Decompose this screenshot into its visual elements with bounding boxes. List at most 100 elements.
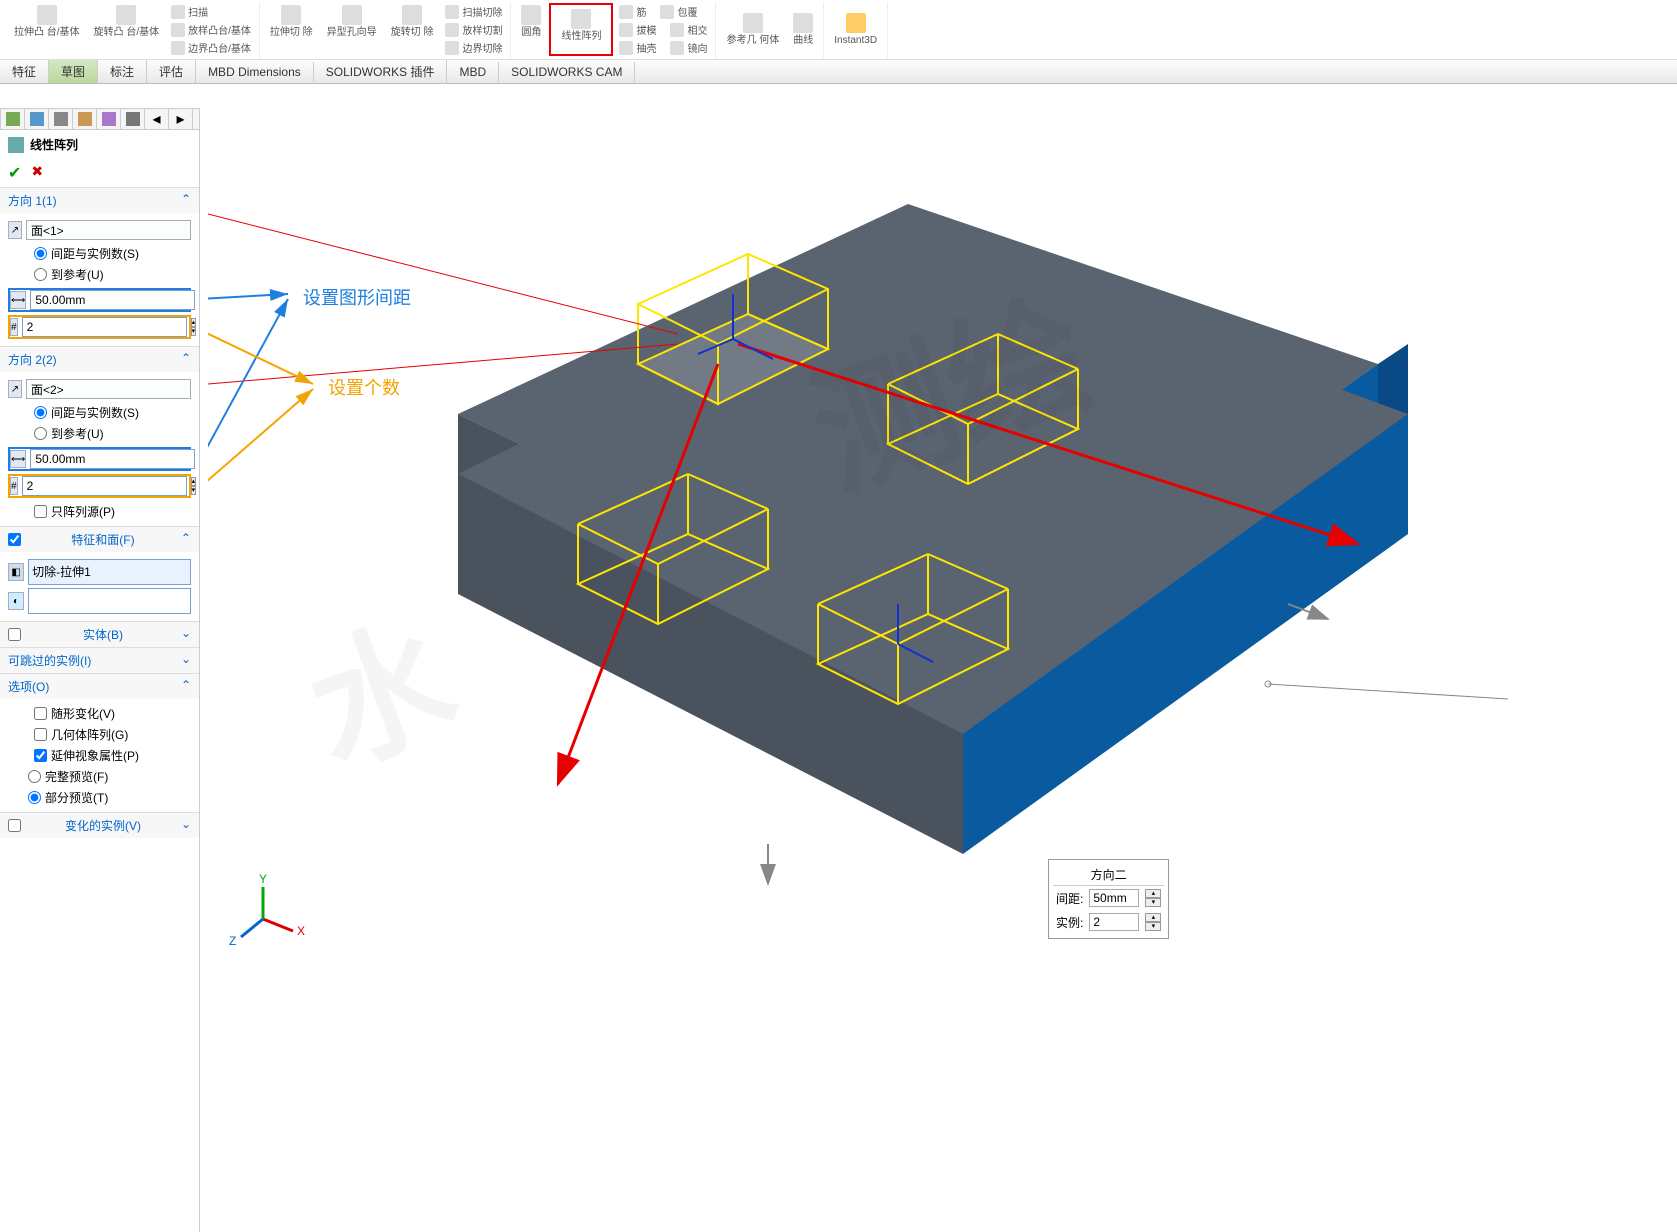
graphics-viewport[interactable]: X Y Z 测绘 水 设置图形间距 设置个数 方向二 间距: ▴▾ 实例: ▴▾ <box>208 84 1677 1232</box>
d2-spacing-spinner[interactable]: ▴▾ <box>199 450 200 468</box>
feature-icon: ◧ <box>8 563 24 581</box>
pattern-seed-only-check[interactable] <box>34 505 47 518</box>
collapse-icon: ⌃ <box>181 192 191 209</box>
bodies-header[interactable]: 实体(B)⌄ <box>0 622 199 647</box>
tab-mbd[interactable]: MBD <box>447 62 499 82</box>
spacing-icon: ⟷ <box>10 291 26 309</box>
full-preview-radio[interactable] <box>28 770 41 783</box>
options-header[interactable]: 选项(O)⌃ <box>0 674 199 699</box>
callout-spacing-input[interactable] <box>1089 889 1139 907</box>
next-tab[interactable]: ▸ <box>169 109 193 129</box>
collapse-icon: ⌃ <box>181 351 191 368</box>
spacing-instances-radio[interactable] <box>34 247 47 260</box>
loft-boss-button[interactable]: 放样凸台/基体 <box>167 21 255 38</box>
faces-list[interactable] <box>28 588 191 614</box>
extrude-cut-button[interactable]: 拉伸切 除 <box>264 3 319 56</box>
d2-count-input[interactable] <box>22 476 187 496</box>
wrap-button[interactable]: 包覆 <box>656 3 701 20</box>
callout-spacing-label: 间距: <box>1056 890 1083 907</box>
spacing-icon: ⟷ <box>10 450 26 468</box>
direction2-ref-input[interactable] <box>26 379 191 399</box>
rib-button[interactable]: 筋 <box>615 3 650 20</box>
panel-title: 线性阵列 <box>0 130 199 159</box>
revolve-boss-button[interactable]: 旋转凸 台/基体 <box>88 3 166 56</box>
features-enable-check[interactable] <box>8 531 21 548</box>
tab-sketch[interactable]: 草图 <box>49 60 98 83</box>
display-mgr-tab[interactable] <box>97 109 121 129</box>
revolve-cut-button[interactable]: 旋转切 除 <box>385 3 440 56</box>
config-mgr-tab[interactable] <box>49 109 73 129</box>
skip-instances-header[interactable]: 可跳过的实例(I)⌄ <box>0 648 199 673</box>
property-mgr-tab[interactable] <box>25 109 49 129</box>
d2-spacing-input[interactable] <box>30 449 195 469</box>
varied-instances-header[interactable]: 变化的实例(V)⌄ <box>0 813 199 838</box>
geometry-pattern-check[interactable] <box>34 728 47 741</box>
curves-button[interactable]: 曲线 <box>787 11 819 49</box>
d1-count-spinner[interactable]: ▴▾ <box>191 318 197 336</box>
callout-count-spinner[interactable]: ▴▾ <box>1145 913 1161 931</box>
features-list[interactable]: 切除-拉伸1 <box>28 559 191 585</box>
expand-icon: ⌄ <box>181 626 191 643</box>
direction1-header[interactable]: 方向 1(1)⌃ <box>0 188 199 213</box>
up-to-ref-radio[interactable] <box>34 268 47 281</box>
ref-geometry-button[interactable]: 参考几 何体 <box>720 11 785 49</box>
d1-spacing-spinner[interactable]: ▴▾ <box>199 291 200 309</box>
tab-mbd-dim[interactable]: MBD Dimensions <box>196 62 314 82</box>
varied-instances-check[interactable] <box>8 817 21 834</box>
callout-title: 方向二 <box>1053 864 1164 886</box>
cancel-button[interactable]: ✖ <box>31 163 43 183</box>
property-manager-panel: 线性阵列 ✔ ✖ 方向 1(1)⌃ ↗ 间距与实例数(S) 到参考(U) ⟷ ▴… <box>0 130 200 1232</box>
linear-pattern-icon <box>8 137 24 153</box>
draft-button[interactable]: 拔模 <box>615 21 660 38</box>
d1-spacing-input[interactable] <box>30 290 195 310</box>
collapse-icon: ⌃ <box>181 678 191 695</box>
tab-features[interactable]: 特征 <box>0 60 49 83</box>
model-block <box>458 204 1408 854</box>
shell-button[interactable]: 抽壳 <box>615 39 660 56</box>
count-icon: # <box>10 318 18 336</box>
reverse-dir-icon[interactable]: ↗ <box>8 221 22 239</box>
mirror-button[interactable]: 镜向 <box>666 39 711 56</box>
svg-text:Y: Y <box>259 872 267 886</box>
propagate-visual-check[interactable] <box>34 749 47 762</box>
bodies-enable-check[interactable] <box>8 626 21 643</box>
loft-cut-button[interactable]: 放样切割 <box>441 21 506 38</box>
sweep-cut-button[interactable]: 扫描切除 <box>441 3 506 20</box>
d2-spacing-instances-radio[interactable] <box>34 406 47 419</box>
tab-cam[interactable]: SOLIDWORKS CAM <box>499 62 635 82</box>
annotation-spacing: 设置图形间距 <box>303 284 411 310</box>
reverse-dir2-icon[interactable]: ↗ <box>8 380 22 398</box>
partial-preview-radio[interactable] <box>28 791 41 804</box>
manager-tabs: ◂ ▸ <box>0 108 200 130</box>
intersect-button[interactable]: 相交 <box>666 21 711 38</box>
svg-text:X: X <box>297 924 305 938</box>
dimxpert-tab[interactable] <box>73 109 97 129</box>
d2-up-to-ref-radio[interactable] <box>34 427 47 440</box>
ok-button[interactable]: ✔ <box>8 163 21 183</box>
direction1-ref-input[interactable] <box>26 220 191 240</box>
d2-count-spinner[interactable]: ▴▾ <box>191 477 197 495</box>
sweep-button[interactable]: 扫描 <box>167 3 255 20</box>
feature-tree-tab[interactable] <box>1 109 25 129</box>
cam-mgr-tab[interactable] <box>121 109 145 129</box>
tab-addins[interactable]: SOLIDWORKS 插件 <box>314 60 448 83</box>
scene-svg: X Y Z <box>208 84 1677 1232</box>
instant3d-button[interactable]: Instant3D <box>828 11 883 49</box>
hole-wizard-button[interactable]: 异型孔向导 <box>321 3 383 56</box>
fillet-button[interactable]: 圆角 <box>515 3 547 56</box>
callout-count-input[interactable] <box>1089 913 1139 931</box>
prev-tab[interactable]: ◂ <box>145 109 169 129</box>
direction2-header[interactable]: 方向 2(2)⌃ <box>0 347 199 372</box>
extrude-boss-button[interactable]: 拉伸凸 台/基体 <box>8 3 86 56</box>
linear-pattern-button[interactable]: 线性阵列 <box>549 3 613 56</box>
features-faces-header[interactable]: 特征和面(F)⌃ <box>0 527 199 552</box>
command-tabs: 特征 草图 标注 评估 MBD Dimensions SOLIDWORKS 插件… <box>0 60 1677 84</box>
d1-count-input[interactable] <box>22 317 187 337</box>
boundary-boss-button[interactable]: 边界凸台/基体 <box>167 39 255 56</box>
callout-spacing-spinner[interactable]: ▴▾ <box>1145 889 1161 907</box>
tab-annotate[interactable]: 标注 <box>98 60 147 83</box>
vary-sketch-check[interactable] <box>34 707 47 720</box>
direction2-callout[interactable]: 方向二 间距: ▴▾ 实例: ▴▾ <box>1048 859 1169 939</box>
boundary-cut-button[interactable]: 边界切除 <box>441 39 506 56</box>
tab-evaluate[interactable]: 评估 <box>147 60 196 83</box>
